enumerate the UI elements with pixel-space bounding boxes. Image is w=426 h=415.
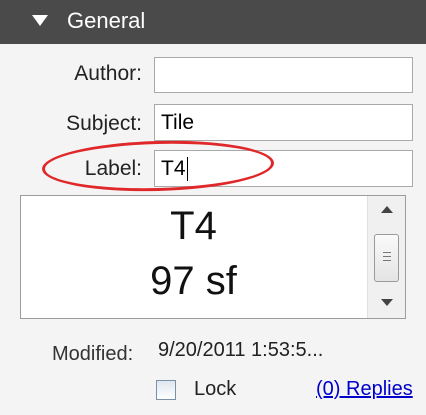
author-input[interactable] bbox=[154, 57, 413, 93]
text-cursor bbox=[186, 156, 188, 181]
grip-line bbox=[383, 256, 391, 257]
replies-link[interactable]: (0) Replies bbox=[316, 378, 413, 401]
modified-value: 9/20/2011 1:53:5... bbox=[158, 339, 324, 361]
collapse-triangle-icon[interactable] bbox=[32, 15, 48, 26]
label-value: T4 bbox=[161, 156, 186, 180]
author-label: Author: bbox=[74, 62, 142, 85]
subject-input[interactable]: Tile bbox=[154, 104, 413, 141]
preview-line-2: 97 sf bbox=[150, 259, 237, 303]
lock-checkbox[interactable] bbox=[156, 380, 176, 400]
subject-value: Tile bbox=[161, 110, 195, 134]
preview-textarea[interactable]: T4 97 sf bbox=[20, 195, 406, 319]
subject-label: Subject: bbox=[66, 112, 142, 135]
grip-line bbox=[383, 260, 391, 261]
scroll-thumb[interactable] bbox=[374, 234, 399, 282]
preview-line-1: T4 bbox=[170, 204, 217, 248]
preview-scrollbar[interactable] bbox=[367, 196, 405, 318]
lock-label: Lock bbox=[194, 378, 237, 400]
label-label: Label: bbox=[84, 157, 142, 180]
grip-line bbox=[383, 252, 391, 253]
arrow-up-icon[interactable] bbox=[381, 206, 393, 213]
section-title: General bbox=[67, 8, 146, 33]
arrow-down-icon[interactable] bbox=[381, 299, 393, 306]
label-input[interactable]: T4 bbox=[154, 150, 413, 187]
general-section-header[interactable]: General bbox=[0, 0, 426, 44]
modified-label: Modified: bbox=[52, 343, 134, 365]
